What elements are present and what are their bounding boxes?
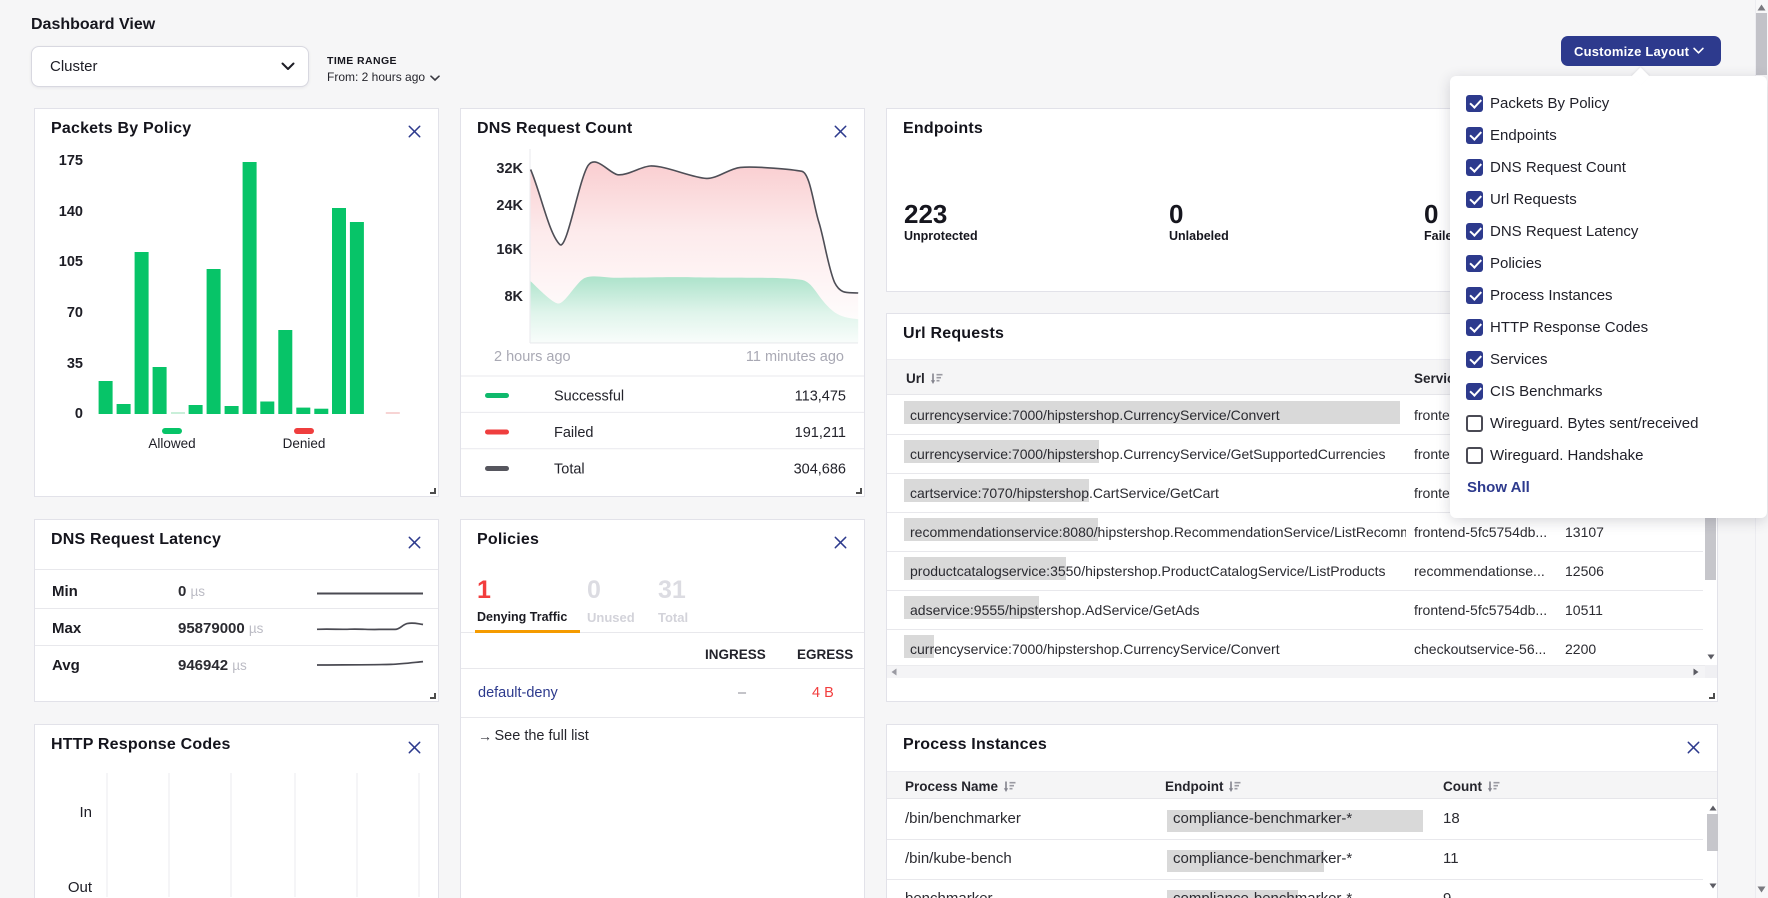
svg-text:113,475: 113,475 [795, 389, 846, 405]
svg-text:175: 175 [59, 153, 83, 169]
svg-text:Total: Total [554, 462, 585, 478]
svg-text:11 minutes ago: 11 minutes ago [746, 349, 844, 365]
svg-text:16K: 16K [496, 242, 523, 258]
svg-text:140: 140 [59, 204, 83, 220]
svg-text:105: 105 [59, 254, 83, 270]
svg-text:Failed: Failed [554, 425, 594, 441]
svg-text:32K: 32K [496, 161, 523, 177]
svg-text:70: 70 [67, 305, 83, 321]
svg-text:In: In [79, 804, 92, 821]
svg-text:Denied: Denied [283, 436, 326, 451]
svg-text:8K: 8K [504, 289, 523, 305]
svg-text:191,211: 191,211 [795, 425, 846, 441]
svg-text:Allowed: Allowed [148, 436, 195, 451]
svg-text:Successful: Successful [554, 389, 624, 405]
svg-text:24K: 24K [496, 198, 523, 214]
svg-text:35: 35 [67, 356, 83, 372]
svg-text:0: 0 [75, 406, 83, 422]
svg-text:Out: Out [68, 879, 93, 896]
svg-text:304,686: 304,686 [794, 462, 846, 478]
svg-text:2 hours ago: 2 hours ago [494, 349, 571, 365]
